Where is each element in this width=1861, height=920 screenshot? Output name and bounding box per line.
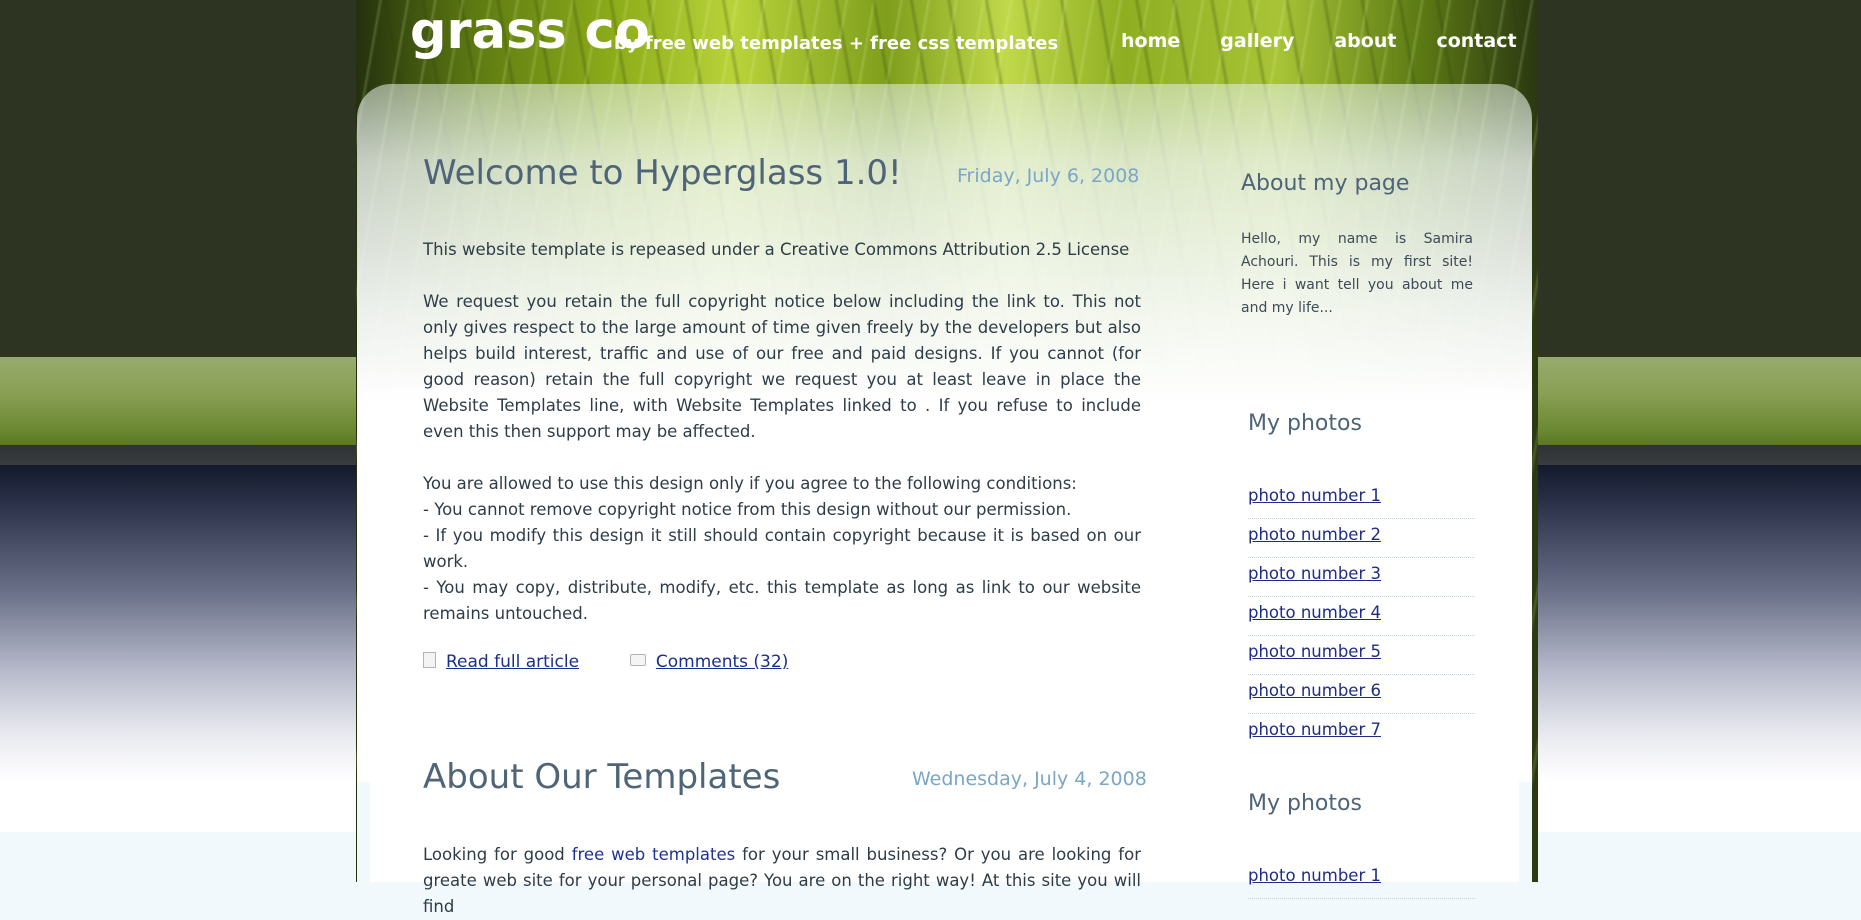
panel-edge-left <box>357 782 370 882</box>
sidebar-heading-photos: My photos <box>1248 791 1362 816</box>
post-paragraph: This website template is repeased under … <box>423 240 1130 259</box>
list-item: photo number 1 <box>1248 480 1475 519</box>
list-item: photo number 1 <box>1248 860 1475 899</box>
list-item: photo number 7 <box>1248 714 1475 753</box>
read-more-link[interactable]: Read full article <box>446 652 579 672</box>
list-item: photo number 3 <box>1248 558 1475 597</box>
photo-link[interactable]: photo number 3 <box>1248 564 1381 583</box>
post-date: Friday, July 6, 2008 <box>957 165 1140 187</box>
photo-list: photo number 1 <box>1248 860 1475 899</box>
list-item: photo number 2 <box>1248 519 1475 558</box>
nav-gallery[interactable]: gallery <box>1220 30 1294 52</box>
site-tagline: by free web templates + free css templat… <box>614 33 1059 54</box>
photo-link[interactable]: photo number 2 <box>1248 525 1381 544</box>
comments-link[interactable]: Comments (32) <box>656 652 788 672</box>
photo-list: photo number 1 photo number 2 photo numb… <box>1248 480 1475 753</box>
sidebar-heading-about: About my page <box>1241 171 1410 196</box>
nav-contact[interactable]: contact <box>1436 30 1516 52</box>
sidebar-heading-photos: My photos <box>1248 411 1362 436</box>
panel-edge-right <box>1519 782 1532 882</box>
comment-icon <box>629 654 646 666</box>
post-title[interactable]: Welcome to Hyperglass 1.0! <box>423 153 902 193</box>
free-web-templates-link[interactable]: free web templates <box>572 845 736 864</box>
document-icon <box>423 652 436 668</box>
post-body: This website template is repeased under … <box>423 237 1141 653</box>
list-item: photo number 6 <box>1248 675 1475 714</box>
photo-link[interactable]: photo number 7 <box>1248 720 1381 739</box>
photo-link[interactable]: photo number 1 <box>1248 866 1381 885</box>
post-body: Looking for good free web templates for … <box>423 845 1141 916</box>
photo-link[interactable]: photo number 6 <box>1248 681 1381 700</box>
main-nav: home gallery about contact <box>1121 30 1557 52</box>
sidebar-about-text: Hello, my name is Samira Achouri. This i… <box>1241 231 1473 316</box>
photo-link[interactable]: photo number 1 <box>1248 486 1381 505</box>
nav-about[interactable]: about <box>1334 30 1396 52</box>
nav-home[interactable]: home <box>1121 30 1180 52</box>
post-actions: Read full article Comments (32) <box>423 652 788 672</box>
post-paragraph: You are allowed to use this design only … <box>423 474 1141 623</box>
post-date: Wednesday, July 4, 2008 <box>912 768 1147 790</box>
photo-link[interactable]: photo number 4 <box>1248 603 1381 622</box>
post-title[interactable]: About Our Templates <box>423 757 780 797</box>
post-paragraph: We request you retain the full copyright… <box>423 292 1141 441</box>
list-item: photo number 4 <box>1248 597 1475 636</box>
photo-link[interactable]: photo number 5 <box>1248 642 1381 661</box>
list-item: photo number 5 <box>1248 636 1475 675</box>
